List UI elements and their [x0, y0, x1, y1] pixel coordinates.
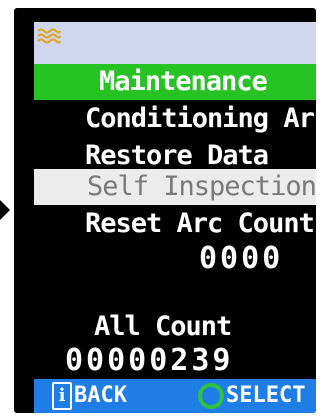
menu-item-conditioning-arc[interactable]: Conditioning Arc [34, 101, 316, 137]
all-count-label: All Count [94, 311, 232, 342]
back-button[interactable]: i BACK [52, 379, 127, 413]
menu-item-self-inspection[interactable]: Self Inspection [34, 169, 316, 205]
circle-icon [198, 383, 224, 409]
select-button[interactable]: SELECT [198, 379, 305, 413]
select-label: SELECT [226, 383, 306, 408]
device-screen: Maintenance Conditioning Arc Restore Dat… [14, 8, 316, 413]
arc-count-value: 0000 [199, 241, 284, 276]
device-bezel: Maintenance Conditioning Arc Restore Dat… [0, 0, 323, 417]
info-icon: i [52, 382, 72, 410]
back-label: BACK [74, 383, 127, 408]
menu-item-reset-arc-count[interactable]: Reset Arc Count [34, 206, 316, 242]
all-count-value: 00000239 [65, 343, 234, 378]
pointer-arrow-icon [0, 200, 10, 220]
footer-bar: i BACK SELECT [34, 379, 316, 413]
menu-header: Maintenance [34, 64, 316, 100]
title-bar [34, 22, 316, 66]
signal-icon [37, 28, 61, 44]
